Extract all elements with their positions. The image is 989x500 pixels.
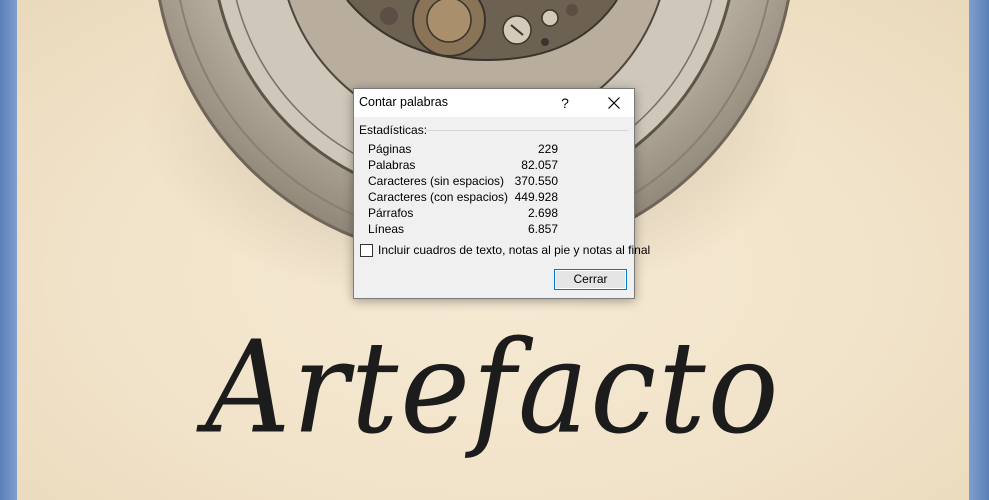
stat-row-characters-no-spaces: Caracteres (sin espacios) 370.550: [368, 173, 558, 189]
stat-row-characters-with-spaces: Caracteres (con espacios) 449.928: [368, 189, 558, 205]
stat-value: 449.928: [514, 190, 558, 204]
dialog-titlebar[interactable]: Contar palabras ?: [354, 89, 634, 117]
window-frame-right: [969, 0, 989, 500]
stat-label: Caracteres (sin espacios): [368, 174, 505, 188]
stat-row-paragraphs: Párrafos 2.698: [368, 205, 558, 221]
cerrar-button[interactable]: Cerrar: [554, 269, 627, 290]
dialog-close-button[interactable]: [597, 91, 631, 115]
section-divider: [426, 130, 628, 131]
stat-value: 2.698: [527, 206, 558, 220]
word-count-dialog: Contar palabras ? Estadísticas: Páginas …: [353, 88, 650, 299]
stat-value: 6.857: [527, 222, 558, 236]
stat-label: Caracteres (con espacios): [368, 190, 509, 204]
close-icon: [608, 97, 620, 109]
statistics-section-label: Estadísticas:: [359, 123, 428, 137]
stat-value: 370.550: [514, 174, 558, 188]
stat-label: Palabras: [368, 158, 416, 172]
include-textboxes-checkbox[interactable]: [360, 244, 373, 257]
help-button[interactable]: ?: [550, 91, 580, 115]
cover-title: Artefacto: [205, 312, 781, 462]
stat-label: Párrafos: [368, 206, 414, 220]
stat-label: Líneas: [368, 222, 405, 236]
dialog-title: Contar palabras: [359, 95, 448, 109]
include-textboxes-label[interactable]: Incluir cuadros de texto, notas al pie y…: [378, 243, 650, 257]
statistics-list: Páginas 229 Palabras 82.057 Caracteres (…: [368, 141, 558, 237]
stat-value: 229: [537, 142, 558, 156]
stat-row-pages: Páginas 229: [368, 141, 558, 157]
stat-row-lines: Líneas 6.857: [368, 221, 558, 237]
stat-label: Páginas: [368, 142, 412, 156]
stat-value: 82.057: [521, 158, 558, 172]
window-frame-left: [0, 0, 17, 500]
stat-row-words: Palabras 82.057: [368, 157, 558, 173]
